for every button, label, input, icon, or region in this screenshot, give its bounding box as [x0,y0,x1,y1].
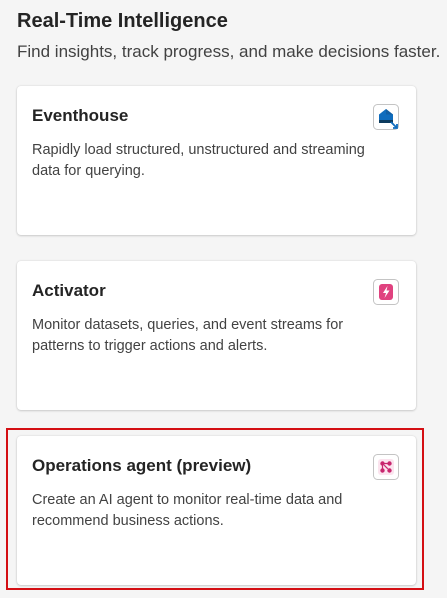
operations-agent-icon [373,454,399,480]
activator-icon [373,279,399,305]
card-title: Activator [32,281,106,300]
section-subtitle: Find insights, track progress, and make … [17,42,441,61]
operations-agent-card[interactable]: Operations agent (preview) Create an AI … [17,436,416,585]
section-title: Real-Time Intelligence [17,10,228,32]
eventhouse-icon [373,104,399,130]
card-title: Operations agent (preview) [32,456,252,475]
card-description: Rapidly load structured, unstructured an… [32,142,365,179]
card-title: Eventhouse [32,106,129,125]
real-time-intelligence-panel: Real-Time Intelligence Find insights, tr… [0,0,447,598]
eventhouse-card[interactable]: Eventhouse Rapidly load structured, unst… [17,86,416,235]
card-description: Create an AI agent to monitor real-time … [32,492,343,529]
card-description: Monitor datasets, queries, and event str… [32,317,344,354]
activator-card[interactable]: Activator Monitor datasets, queries, and… [17,261,416,410]
